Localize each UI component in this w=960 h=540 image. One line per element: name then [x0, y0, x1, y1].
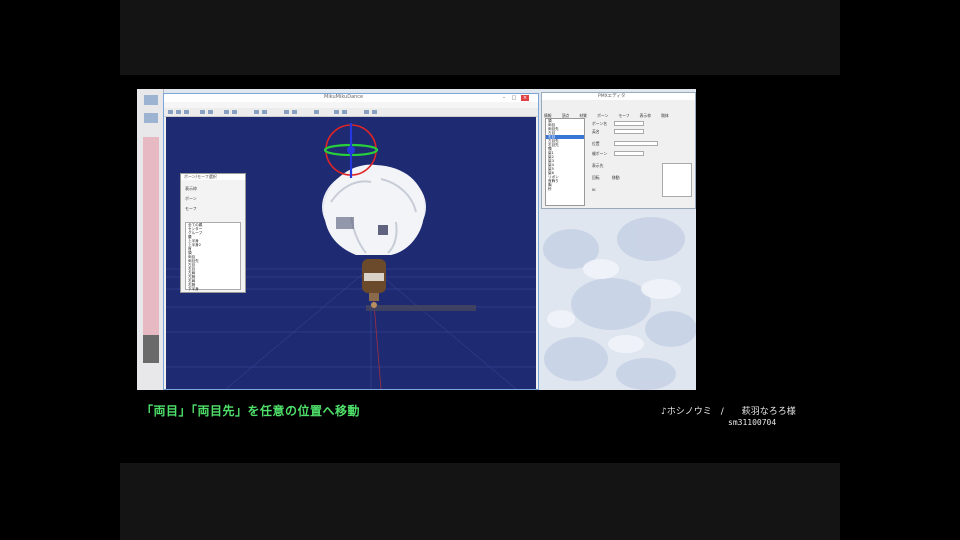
dark-sidebar-block: [143, 335, 159, 363]
bone-selection-panel: ボーン/モーフ選択 表示枠 ボーン モーフ 全ての親 センター グルーブ 腰 上…: [180, 173, 246, 293]
music-credit: ♪ホシノウミ / 萩羽なろろ様: [661, 407, 796, 417]
model-shadow: [366, 305, 476, 311]
bone-panel-row[interactable]: モーフ: [185, 206, 197, 212]
top-band: [120, 0, 840, 75]
toolbar-button[interactable]: [342, 110, 347, 114]
bone-panel-row[interactable]: ボーン: [185, 196, 197, 202]
pmx-title-text: PMXエディタ: [598, 94, 626, 99]
field-label: 位置: [592, 141, 600, 146]
toolbar-button[interactable]: [176, 110, 181, 114]
toolbar-button[interactable]: [184, 110, 189, 114]
desktop-left-strip: [137, 89, 164, 390]
tab-morph[interactable]: モーフ: [618, 113, 629, 118]
toolbar-button[interactable]: [208, 110, 213, 114]
character-body: [362, 259, 386, 308]
pmx-editor-window: PMXエディタ 情報 頂点 材質 ボーン モーフ 表示枠 剛体 頭両目 両目先 左目…: [541, 92, 696, 209]
toolbar-button[interactable]: [314, 110, 319, 114]
toolbar-button[interactable]: [224, 110, 229, 114]
tab-frame[interactable]: 表示枠: [640, 113, 651, 118]
app-icon[interactable]: [144, 95, 158, 105]
minimize-icon[interactable]: –: [500, 95, 508, 101]
pmx-bone-list: 頭両目 両目先 左目 右目 左目先 右目先顎髪1 髪2 髪3 髪4 髪5 髪6 リボン 首飾り胸鈴: [545, 118, 585, 206]
desktop-screenshot: MikuMikuDance – □ × ﾌｧｲﾙ(F) 編集(E) 表示(V) …: [137, 89, 696, 390]
toolbar-button[interactable]: [334, 110, 339, 114]
field-label: 回転: [592, 175, 600, 180]
wallpaper-pattern: [543, 217, 696, 390]
list-item[interactable]: 鈴: [546, 187, 584, 191]
toolbar-button[interactable]: [262, 110, 267, 114]
pmx-tabs: 情報 頂点 材質 ボーン モーフ 表示枠 剛体: [544, 102, 694, 118]
close-icon[interactable]: ×: [521, 95, 529, 101]
pmx-preview-box: [662, 163, 692, 197]
toolbar-button[interactable]: [200, 110, 205, 114]
toolbar-button[interactable]: [232, 110, 237, 114]
toolbar-button[interactable]: [292, 110, 297, 114]
desktop-wallpaper: [541, 209, 696, 390]
mmd-toolbar: [164, 108, 538, 117]
character-head: [322, 164, 426, 255]
bone-panel-row[interactable]: 表示枠: [185, 186, 197, 192]
english-name-field[interactable]: [614, 129, 644, 134]
bone-panel-title: ボーン/モーフ選択: [181, 174, 245, 180]
maximize-icon[interactable]: □: [510, 95, 518, 101]
mmd-titlebar: MikuMikuDance – □ ×: [164, 94, 538, 102]
field-label: 移動: [612, 175, 620, 180]
field-label: 英名: [592, 129, 600, 134]
tab-rigid[interactable]: 剛体: [661, 113, 669, 118]
bone-name-field[interactable]: [614, 121, 644, 126]
list-item[interactable]: 下半身: [186, 287, 240, 291]
toolbar-button[interactable]: [168, 110, 173, 114]
pink-sidebar: [143, 137, 159, 362]
toolbar-button[interactable]: [364, 110, 369, 114]
mmd-title-text: MikuMikuDance: [324, 94, 364, 100]
video-id: sm31100704: [728, 418, 777, 427]
field-label: ボーン名: [592, 121, 607, 126]
app-icon[interactable]: [144, 113, 158, 123]
video-subtitle: 「両目」「両目先」を任意の位置へ移動: [141, 404, 361, 418]
toolbar-button[interactable]: [372, 110, 377, 114]
field-label: 表示先: [592, 163, 604, 168]
toolbar-button[interactable]: [254, 110, 259, 114]
bottom-band: [120, 463, 840, 540]
toolbar-button[interactable]: [284, 110, 289, 114]
field-label: IK: [592, 187, 596, 192]
bone-list: 全ての親 センター グルーブ 腰 上半身 上半身2 首 頭 両目 両目先 左目 …: [185, 222, 241, 291]
field-label: 親ボーン: [592, 151, 607, 156]
position-field[interactable]: [614, 141, 658, 146]
pmx-titlebar: PMXエディタ: [542, 93, 695, 100]
tab-bone[interactable]: ボーン: [597, 113, 608, 118]
parent-bone-field[interactable]: [614, 151, 644, 156]
